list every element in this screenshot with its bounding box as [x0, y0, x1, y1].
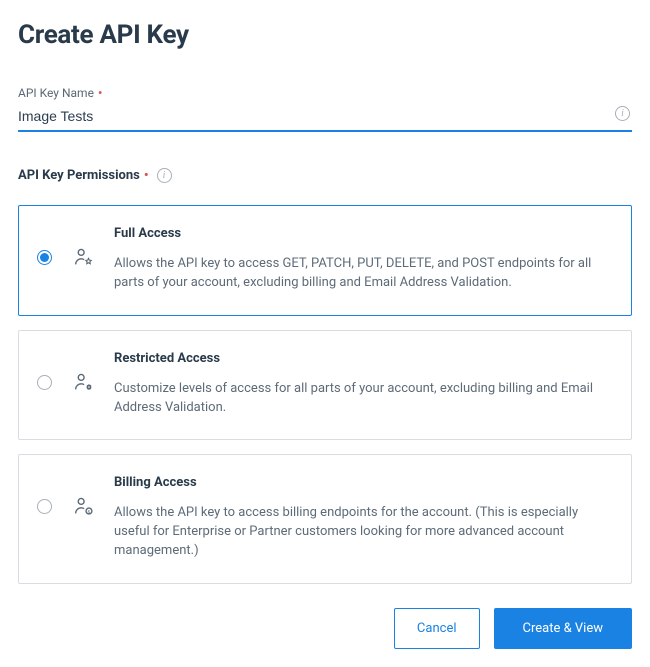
permission-title: Full Access — [114, 226, 613, 241]
required-indicator: • — [98, 86, 102, 100]
permissions-label-text: API Key Permissions — [18, 168, 140, 183]
page-title: Create API Key — [18, 20, 632, 50]
info-icon[interactable]: i — [615, 106, 630, 121]
permission-title: Restricted Access — [114, 351, 613, 366]
permission-option-billing-access[interactable]: $ Billing Access Allows the API key to a… — [18, 454, 632, 584]
radio-billing-access[interactable] — [37, 499, 52, 514]
cancel-button[interactable]: Cancel — [394, 608, 480, 649]
permission-description: Allows the API key to access GET, PATCH,… — [114, 255, 613, 293]
user-dollar-icon: $ — [72, 495, 94, 521]
permission-option-full-access[interactable]: Full Access Allows the API key to access… — [18, 205, 632, 316]
permission-title: Billing Access — [114, 475, 613, 490]
user-star-icon — [72, 246, 94, 272]
api-key-name-label: API Key Name • — [18, 86, 632, 100]
api-key-name-input[interactable] — [18, 104, 632, 130]
permissions-label: API Key Permissions • i — [18, 168, 632, 183]
create-button[interactable]: Create & View — [494, 608, 633, 649]
radio-restricted-access[interactable] — [37, 375, 52, 390]
permission-options: Full Access Allows the API key to access… — [18, 205, 632, 584]
user-gear-icon — [72, 371, 94, 397]
permission-option-restricted-access[interactable]: Restricted Access Customize levels of ac… — [18, 330, 632, 441]
info-icon[interactable]: i — [157, 168, 172, 183]
api-key-name-label-text: API Key Name — [18, 86, 94, 100]
api-key-name-input-wrap: i — [18, 104, 632, 132]
radio-full-access[interactable] — [37, 250, 52, 265]
form-actions: Cancel Create & View — [18, 608, 632, 649]
required-indicator: • — [144, 168, 149, 183]
permission-description: Allows the API key to access billing end… — [114, 504, 613, 561]
permission-description: Customize levels of access for all parts… — [114, 380, 613, 418]
